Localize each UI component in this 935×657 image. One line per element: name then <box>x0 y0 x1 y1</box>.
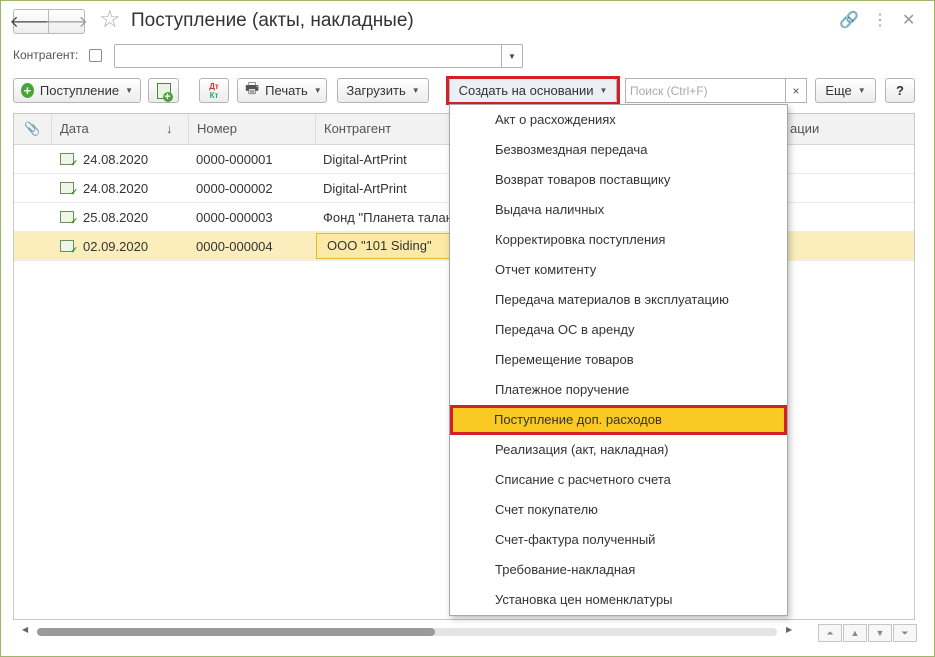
dt-label: Дт <box>209 81 219 91</box>
menu-item-payment-order[interactable]: Платежное поручение <box>451 375 786 405</box>
document-add-icon <box>156 82 173 102</box>
search-clear-button[interactable]: × <box>785 78 807 103</box>
create-based-menu: Акт о расхождениях Безвозмездная передач… <box>449 104 788 616</box>
menu-item-act-discrepancies[interactable]: Акт о расхождениях <box>451 105 786 135</box>
posted-document-icon <box>60 240 78 256</box>
printer-icon: 🖶 <box>245 80 260 97</box>
cell-counterparty: Фонд "Планета талан <box>323 210 453 225</box>
menu-item-os-lease[interactable]: Передача ОС в аренду <box>451 315 786 345</box>
chevron-down-icon: ▼ <box>857 86 866 95</box>
dt-kt-button[interactable]: Дт Кт <box>199 78 229 103</box>
cell-number: 0000-000004 <box>196 239 273 254</box>
posted-document-icon <box>60 211 78 227</box>
dt-kt-icon: Дт Кт <box>209 82 219 100</box>
load-button[interactable]: Загрузить ▼ <box>337 78 429 103</box>
menu-item-cash-issue[interactable]: Выдача наличных <box>451 195 786 225</box>
menu-item-sales[interactable]: Реализация (акт, накладная) <box>451 435 786 465</box>
more-label: Еще <box>825 83 852 98</box>
horizontal-scrollbar-thumb[interactable] <box>37 628 435 636</box>
menu-item-price-setting[interactable]: Установка цен номенклатуры <box>451 585 786 615</box>
chevron-down-icon: ▼ <box>125 86 133 95</box>
chevron-down-icon[interactable]: ▼ <box>501 44 523 68</box>
scroll-right-icon[interactable]: ▶ <box>786 625 792 634</box>
menu-item-free-transfer[interactable]: Безвозмездная передача <box>451 135 786 165</box>
search-input[interactable]: Поиск (Ctrl+F) <box>625 78 786 103</box>
cell-number: 0000-000001 <box>196 152 273 167</box>
menu-item-return-to-supplier[interactable]: Возврат товаров поставщику <box>451 165 786 195</box>
print-button[interactable]: 🖶 Печать ▼ <box>237 78 327 103</box>
column-counterparty[interactable]: Контрагент <box>315 114 465 145</box>
counterparty-filter-checkbox[interactable] <box>89 49 102 62</box>
scroll-bottom-button[interactable]: ⏷ <box>893 624 917 642</box>
menu-item-consignor-report[interactable]: Отчет комитенту <box>451 255 786 285</box>
cell-number: 0000-000003 <box>196 210 273 225</box>
chevron-down-icon: ▼ <box>313 86 322 95</box>
menu-item-bank-writeoff[interactable]: Списание с расчетного счета <box>451 465 786 495</box>
cell-date: 25.08.2020 <box>83 210 149 225</box>
kebab-icon[interactable]: ⋮ <box>872 10 888 30</box>
forward-button[interactable]: 🡒 <box>45 9 88 34</box>
sort-down-icon: ↓ <box>166 121 173 136</box>
back-button[interactable]: 🡐 <box>10 9 52 34</box>
cell-number: 0000-000002 <box>196 181 273 196</box>
kt-label: Кт <box>209 90 219 100</box>
posted-document-icon <box>60 182 78 198</box>
counterparty-filter-label: Контрагент: <box>13 48 79 62</box>
menu-item-goods-movement[interactable]: Перемещение товаров <box>451 345 786 375</box>
column-date-label: Дата <box>60 121 89 136</box>
more-button[interactable]: Еще ▼ <box>815 78 876 103</box>
column-number[interactable]: Номер <box>188 114 315 145</box>
menu-item-receipt-correction[interactable]: Корректировка поступления <box>451 225 786 255</box>
menu-item-materials-transfer[interactable]: Передача материалов в эксплуатацию <box>451 285 786 315</box>
column-date[interactable]: Дата ↓ <box>51 114 188 145</box>
chevron-down-icon: ▼ <box>411 86 420 95</box>
scroll-top-button[interactable]: ⏶ <box>818 624 842 642</box>
load-label: Загрузить <box>346 83 406 98</box>
menu-item-requisition[interactable]: Требование-накладная <box>451 555 786 585</box>
create-based-highlight <box>446 76 620 105</box>
cell-date: 02.09.2020 <box>83 239 149 254</box>
menu-item-customer-invoice[interactable]: Счет покупателю <box>451 495 786 525</box>
plus-icon: + <box>21 83 34 98</box>
help-button[interactable]: ? <box>885 78 915 103</box>
cell-counterparty: Digital-ArtPrint <box>323 181 407 196</box>
counterparty-filter-input[interactable] <box>114 44 502 68</box>
cell-date: 24.08.2020 <box>83 181 149 196</box>
cell-date: 24.08.2020 <box>83 152 149 167</box>
menu-item-invoice-received[interactable]: Счет-фактура полученный <box>451 525 786 555</box>
create-copy-button[interactable] <box>148 78 179 103</box>
star-icon[interactable]: ☆ <box>99 6 121 34</box>
paperclip-icon[interactable]: 📎 <box>14 114 51 145</box>
link-icon[interactable]: 🔗 <box>839 10 859 30</box>
scroll-up-button[interactable]: ▲ <box>843 624 867 642</box>
postuplenie-button[interactable]: + Поступление ▼ <box>13 78 141 103</box>
page-title: Поступление (акты, накладные) <box>131 10 414 31</box>
postuplenie-label: Поступление <box>39 83 120 98</box>
arrow-right-icon: 🡒 <box>45 14 88 31</box>
posted-document-icon <box>60 153 78 169</box>
close-icon[interactable]: ✕ <box>902 10 915 30</box>
cell-counterparty: Digital-ArtPrint <box>323 152 407 167</box>
scroll-left-icon[interactable]: ◀ <box>22 625 28 634</box>
menu-item-additional-expenses[interactable]: Поступление доп. расходов <box>450 405 787 435</box>
cell-counterparty-focused[interactable]: ООО "101 Siding" <box>316 233 456 259</box>
print-label: Печать <box>265 83 308 98</box>
scroll-down-button[interactable]: ▼ <box>868 624 892 642</box>
